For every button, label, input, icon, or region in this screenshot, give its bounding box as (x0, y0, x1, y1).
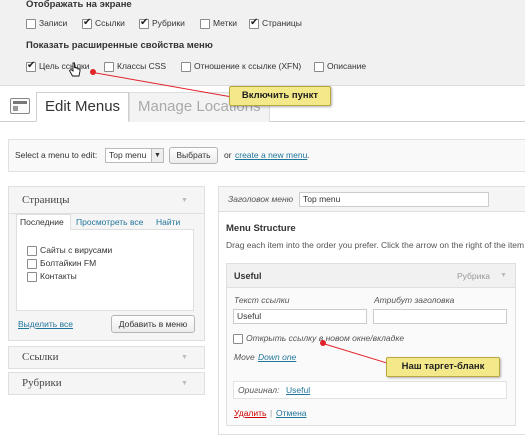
callout-enable-item: Включить пункт (229, 86, 331, 106)
checkbox-box[interactable] (200, 18, 210, 29)
checkbox-xfn[interactable]: Отношение к ссылке (XFN) (181, 61, 301, 72)
menus-page-icon (10, 98, 30, 114)
title-attribute-label: Атрибут заголовка (374, 295, 455, 305)
tab-recent[interactable]: Последние (16, 214, 71, 230)
menu-item-type: Рубрика (457, 271, 490, 281)
checkbox-css-classes[interactable]: Классы CSS (104, 61, 166, 72)
title-attribute-input[interactable] (373, 309, 507, 324)
menu-structure-title: Menu Structure (226, 223, 296, 234)
links-metabox-title: Ссылки (22, 351, 59, 363)
select-menu-label: Select a menu to edit: (15, 150, 98, 160)
callout-target-blank: Наш таргет-бланк (386, 357, 500, 377)
menu-item-title: Useful (234, 271, 262, 281)
pages-tab-panel: Последние Просмотреть все Найти Сайты с … (16, 214, 194, 311)
links-metabox[interactable]: Ссылки ▼ (8, 346, 205, 369)
chevron-down-icon[interactable]: ▼ (151, 149, 163, 162)
pages-metabox-header[interactable]: Страницы ▼ (9, 187, 204, 214)
checkbox-description[interactable]: Описание (314, 61, 366, 72)
original-box: Оригинал: Useful (233, 381, 507, 399)
checkbox-tags[interactable]: Метки (200, 18, 237, 29)
checkbox-box[interactable] (82, 17, 92, 29)
menu-select-value: Top menu (109, 150, 147, 160)
page-item[interactable]: Сайты с вирусами (27, 245, 112, 256)
link-text-label: Текст ссылки (234, 295, 290, 305)
checkbox-box[interactable] (181, 61, 191, 72)
categories-metabox[interactable]: Рубрики ▼ (8, 372, 205, 395)
open-new-window-checkbox[interactable]: Открыть ссылку в новом окне/вкладке (233, 333, 404, 344)
or-text: or (224, 150, 232, 160)
original-label: Оригинал: (238, 385, 280, 395)
checkbox-box[interactable] (314, 61, 324, 72)
show-on-screen-title: Отображать на экране (26, 0, 132, 10)
delete-link[interactable]: Удалить (234, 408, 266, 418)
checkbox-box[interactable] (249, 17, 259, 29)
menu-name-label: Заголовок меню (228, 194, 294, 204)
callout-anchor-dot (320, 340, 326, 346)
expand-arrow-icon[interactable]: ▼ (181, 354, 188, 361)
menu-name-header: Заголовок меню Top menu (218, 186, 525, 212)
checkbox-box[interactable] (27, 271, 37, 282)
checkbox-box[interactable] (26, 18, 36, 29)
original-link[interactable]: Useful (286, 385, 310, 395)
checkbox-box[interactable] (104, 61, 114, 72)
collapse-arrow-icon[interactable]: ▼ (181, 197, 188, 204)
tab-view-all[interactable]: Просмотреть все (76, 217, 143, 227)
expand-arrow-icon[interactable]: ▼ (181, 380, 188, 387)
checkbox-box[interactable] (27, 258, 37, 269)
add-to-menu-button[interactable]: Добавить в меню (111, 315, 195, 333)
cancel-link[interactable]: Отмена (276, 408, 307, 418)
menu-item-header[interactable]: Useful Рубрика ▼ (226, 263, 516, 288)
checkbox-categories[interactable]: Рубрики (139, 17, 185, 29)
checkbox-box[interactable] (139, 17, 149, 29)
period-text: . (307, 150, 310, 160)
select-all-link[interactable]: Выделить все (18, 319, 73, 329)
link-text-input[interactable]: Useful (233, 309, 367, 324)
callout-anchor-dot (90, 69, 96, 75)
menu-name-input[interactable]: Top menu (299, 192, 489, 207)
action-separator: | (270, 408, 273, 418)
checkbox-box[interactable] (27, 245, 37, 256)
pages-metabox-title: Страницы (22, 194, 70, 206)
hand-cursor-icon (68, 62, 81, 77)
select-menu-bar: Select a menu to edit: Top menu ▼ Выбрат… (8, 139, 525, 172)
checkbox-box[interactable] (26, 60, 36, 72)
categories-metabox-title: Рубрики (22, 377, 62, 389)
pages-metabox: Страницы ▼ Последние Просмотреть все Най… (8, 186, 205, 341)
menu-structure-help: Drag each item into the order you prefer… (226, 240, 525, 250)
page-item[interactable]: Болтайкин FM (27, 258, 96, 269)
checkbox-posts[interactable]: Записи (26, 18, 67, 29)
checkbox-box[interactable] (233, 333, 243, 344)
advanced-properties-title: Показать расширенные свойства меню (26, 40, 213, 51)
move-down-one-link[interactable]: Down one (258, 352, 296, 362)
page-item[interactable]: Контакты (27, 271, 77, 282)
menu-select[interactable]: Top menu ▼ (105, 148, 164, 163)
tab-search[interactable]: Найти (156, 217, 180, 227)
tab-edit-menus[interactable]: Edit Menus (36, 92, 130, 122)
expand-arrow-icon[interactable]: ▼ (500, 272, 507, 279)
checkbox-links[interactable]: Ссылки (82, 17, 125, 29)
checkbox-pages[interactable]: Страницы (249, 17, 302, 29)
move-label: Move (234, 352, 255, 362)
create-new-menu-link[interactable]: create a new menu (235, 150, 307, 160)
select-menu-button[interactable]: Выбрать (169, 147, 218, 164)
